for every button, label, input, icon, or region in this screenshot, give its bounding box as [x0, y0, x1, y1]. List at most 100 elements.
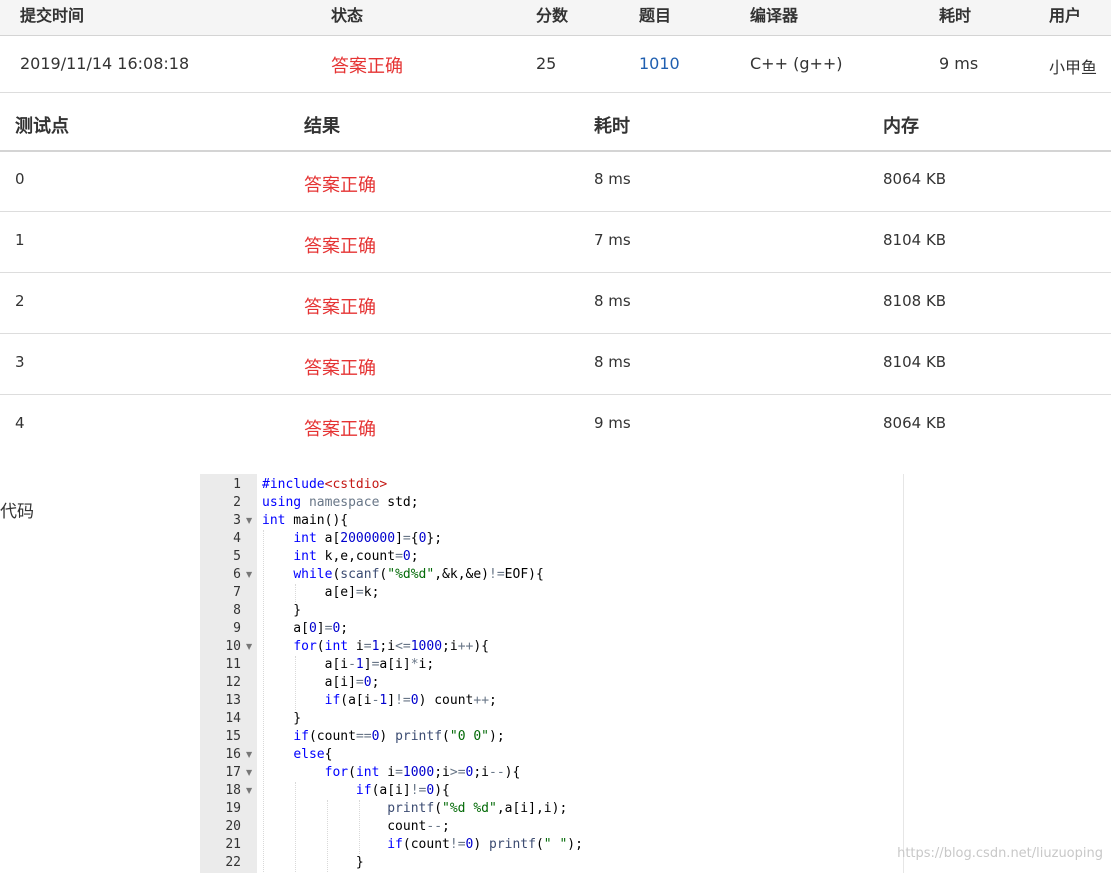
- case-id: 4: [15, 414, 25, 432]
- indent-guide: [295, 782, 296, 872]
- line-number: 5: [233, 549, 241, 564]
- code-line: a[i-1]=a[i]*i;: [262, 657, 435, 672]
- indent-guide: [295, 584, 296, 602]
- table-row: 3 答案正确 8 ms 8104 KB: [0, 334, 1111, 395]
- case-time: 9 ms: [594, 414, 631, 432]
- case-time: 8 ms: [594, 292, 631, 310]
- code-line: a[0]=0;: [262, 621, 349, 636]
- case-memory: 8108 KB: [883, 292, 947, 310]
- line-number: 16: [225, 747, 241, 762]
- line-number: 15: [225, 729, 241, 744]
- fold-arrow-icon[interactable]: ▼: [246, 642, 252, 651]
- case-id: 0: [15, 170, 25, 188]
- indent-guide: [263, 530, 264, 872]
- submission-status: 答案正确: [331, 56, 403, 77]
- case-id: 2: [15, 292, 25, 310]
- line-number: 11: [225, 657, 241, 672]
- line-number: 13: [225, 693, 241, 708]
- line-number: 6: [233, 567, 241, 582]
- line-number-gutter: 1 2 3 ▼ 4 5 6 ▼ 7 8 9 10 ▼ 11 12 13 14 15 16 ▼ 17 ▼ 18 ▼ 19 20 21 2…: [200, 474, 257, 873]
- code-line: if(a[i]!=0){: [355, 783, 450, 798]
- case-time: 8 ms: [594, 170, 631, 188]
- line-number: 12: [225, 675, 241, 690]
- code-line: using namespace std;: [262, 495, 419, 510]
- case-time: 8 ms: [594, 353, 631, 371]
- code-line: }: [262, 855, 364, 870]
- header-memory: 内存: [883, 116, 919, 137]
- header-user: 用户: [1049, 6, 1082, 25]
- submission-row: 2019/11/14 16:08:18 答案正确 25 1010 C++ (g+…: [0, 36, 1111, 93]
- case-memory: 8104 KB: [883, 353, 947, 371]
- header-case-time: 耗时: [594, 116, 630, 137]
- indent-guide: [295, 656, 296, 710]
- line-number: 8: [233, 603, 241, 618]
- line-number: 3: [233, 513, 241, 528]
- line-number: 14: [225, 711, 241, 726]
- line-number: 19: [225, 801, 241, 816]
- fold-arrow-icon[interactable]: ▼: [246, 750, 252, 759]
- header-result: 结果: [304, 116, 340, 137]
- header-compiler: 编译器: [750, 6, 799, 25]
- problem-link[interactable]: 1010: [639, 54, 680, 73]
- line-number: 18: [225, 783, 241, 798]
- watermark: https://blog.csdn.net/liuzuoping: [897, 846, 1103, 861]
- case-result: 答案正确: [304, 419, 376, 440]
- fold-arrow-icon[interactable]: ▼: [246, 786, 252, 795]
- table-row: 0 答案正确 8 ms 8064 KB: [0, 151, 1111, 212]
- line-number: 4: [233, 531, 241, 546]
- table-row: 2 答案正确 8 ms 8108 KB: [0, 273, 1111, 334]
- case-memory: 8104 KB: [883, 231, 947, 249]
- code-line: if(a[i-1]!=0) count++;: [324, 693, 497, 708]
- code-line: int a[2000000]={0};: [293, 531, 443, 546]
- fold-arrow-icon[interactable]: ▼: [246, 516, 252, 525]
- header-elapsed: 耗时: [939, 6, 972, 25]
- code-editor[interactable]: 1 2 3 ▼ 4 5 6 ▼ 7 8 9 10 ▼ 11 12 13 14 15 16 ▼ 17 ▼ 18 ▼ 19 20 21 2…: [200, 474, 904, 873]
- case-result: 答案正确: [304, 175, 376, 196]
- line-number: 1: [233, 477, 241, 492]
- submission-time: 2019/11/14 16:08:18: [20, 54, 190, 73]
- code-line: a[i]=0;: [262, 675, 380, 690]
- code-line: printf("%d %d",a[i],i);: [387, 801, 568, 816]
- case-id: 3: [15, 353, 25, 371]
- submission-user[interactable]: 小甲鱼: [1049, 54, 1097, 78]
- case-memory: 8064 KB: [883, 170, 947, 188]
- code-line: while(scanf("%d%d",&k,&e)!=EOF){: [293, 567, 544, 582]
- header-score: 分数: [536, 6, 569, 25]
- indent-guide: [327, 800, 328, 872]
- line-number: 10: [225, 639, 241, 654]
- table-row: 1 答案正确 7 ms 8104 KB: [0, 212, 1111, 273]
- line-number: 9: [233, 621, 241, 636]
- code-line: int main(){: [262, 513, 349, 528]
- case-memory: 8064 KB: [883, 414, 947, 432]
- line-number: 2: [233, 495, 241, 510]
- header-problem: 题目: [639, 6, 672, 25]
- line-number: 21: [225, 837, 241, 852]
- line-number: 7: [233, 585, 241, 600]
- fold-arrow-icon[interactable]: ▼: [246, 570, 252, 579]
- submission-table-header: 提交时间 状态 分数 题目 编译器 耗时 用户: [0, 0, 1111, 36]
- header-submit-time: 提交时间: [20, 6, 85, 25]
- line-number: 20: [225, 819, 241, 834]
- case-id: 1: [15, 231, 25, 249]
- code-line: if(count!=0) printf(" ");: [387, 837, 583, 852]
- code-line: else{: [293, 747, 333, 762]
- code-line: }: [262, 711, 302, 726]
- code-line: for(int i=1;i<=1000;i++){: [293, 639, 490, 654]
- fold-arrow-icon[interactable]: ▼: [246, 768, 252, 777]
- header-status: 状态: [331, 6, 364, 25]
- testcase-table-header: 测试点 结果 耗时 内存: [0, 93, 1111, 152]
- code-line: a[e]=k;: [262, 585, 380, 600]
- case-result: 答案正确: [304, 358, 376, 379]
- code-line: }: [262, 603, 302, 618]
- code-line: for(int i=1000;i>=0;i--){: [324, 765, 521, 780]
- submission-score: 25: [536, 54, 557, 73]
- indent-guide: [359, 800, 360, 854]
- code-section-label: 代码: [0, 502, 34, 522]
- code-line: #include<cstdio>: [262, 477, 388, 492]
- case-result: 答案正确: [304, 236, 376, 257]
- submission-compiler: C++ (g++): [750, 54, 843, 73]
- table-row: 4 答案正确 9 ms 8064 KB: [0, 395, 1111, 455]
- line-number: 17: [225, 765, 241, 780]
- submission-elapsed: 9 ms: [939, 54, 979, 73]
- code-line: int k,e,count=0;: [293, 549, 419, 564]
